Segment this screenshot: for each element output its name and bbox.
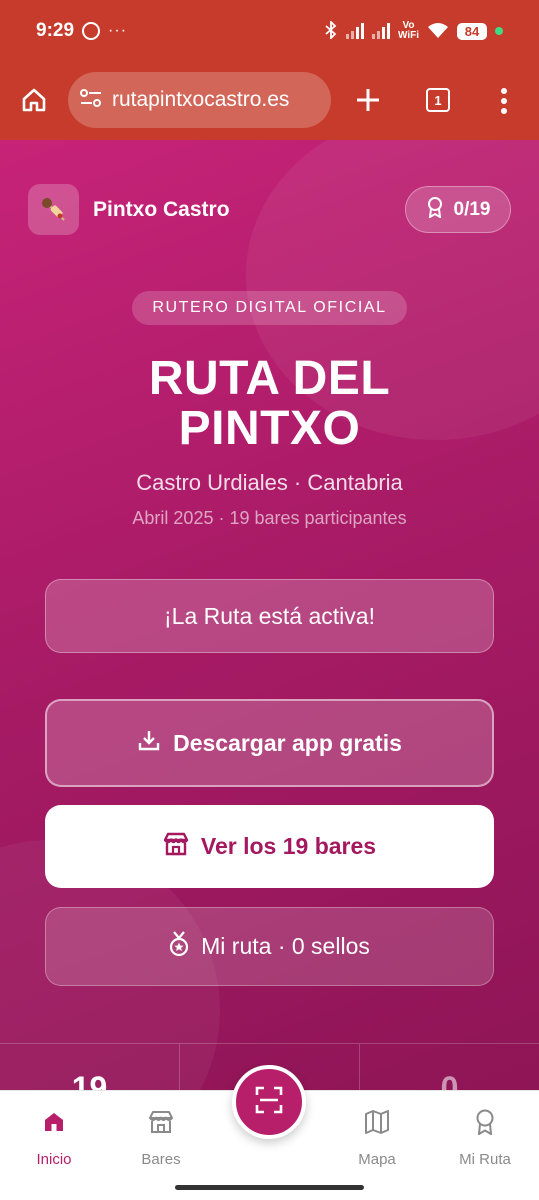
scan-qr-button[interactable]	[232, 1065, 306, 1139]
battery-indicator: 84	[457, 22, 487, 40]
signal-icon-1	[345, 23, 364, 39]
store-icon	[116, 1107, 206, 1137]
home-filled-icon	[9, 1107, 99, 1137]
wifi-icon	[427, 22, 449, 41]
view-bars-label: Ver los 19 bares	[200, 833, 377, 859]
pintxo-logo-icon[interactable]	[28, 184, 79, 235]
medal-icon	[169, 930, 189, 963]
nav-item-mapa[interactable]: Mapa	[332, 1107, 422, 1168]
stat-stamps: 0	[440, 1070, 459, 1090]
nav-label-inicio: Inicio	[36, 1151, 72, 1168]
map-icon	[332, 1107, 422, 1137]
browser-toolbar: rutapintxocastro.es 1	[0, 62, 539, 140]
stat-bars: 19	[0, 1044, 180, 1090]
my-route-label: Mi ruta · 0 sellos	[201, 933, 370, 959]
address-bar[interactable]: rutapintxocastro.es	[68, 72, 331, 128]
vowifi-bottom-label: WiFi	[397, 30, 419, 41]
charging-dot-icon	[495, 27, 503, 35]
title-line-1: RUTA DEL	[148, 352, 391, 405]
route-status-label: ¡La Ruta está activa!	[164, 602, 375, 629]
status-time: 9:29	[36, 20, 75, 41]
signal-icon-2	[371, 23, 390, 39]
page-title: RUTA DEL PINTXO	[0, 354, 539, 454]
bottom-navigation: Inicio Bares Mapa Mi Ruta	[0, 1065, 539, 1200]
overflow-menu-icon[interactable]	[494, 86, 514, 116]
gesture-handle[interactable]	[175, 1185, 364, 1190]
progress-badge[interactable]: 0/19	[405, 186, 511, 233]
download-icon	[137, 728, 161, 758]
nav-label-mi-ruta: Mi Ruta	[459, 1151, 511, 1168]
award-icon	[440, 1107, 530, 1137]
download-app-button[interactable]: Descargar app gratis	[45, 699, 494, 787]
progress-count: 0/19	[453, 198, 491, 220]
home-icon[interactable]	[20, 86, 48, 114]
new-tab-icon[interactable]	[354, 86, 382, 114]
status-bar: 9:29 ··· Vo WiFi 84	[0, 0, 539, 62]
whatsapp-notification-icon	[82, 22, 101, 40]
scan-icon	[254, 1085, 284, 1120]
brand-name[interactable]: Pintxo Castro	[93, 198, 230, 222]
nav-label-bares: Bares	[141, 1151, 181, 1168]
title-line-2: PINTXO	[178, 402, 361, 455]
bluetooth-icon	[324, 19, 338, 42]
more-notifications-icon: ···	[108, 22, 128, 39]
nav-item-bares[interactable]: Bares	[116, 1107, 206, 1168]
location-text: Castro Urdiales · Cantabria	[136, 470, 403, 495]
nav-item-mi-ruta[interactable]: Mi Ruta	[440, 1107, 530, 1168]
site-settings-icon[interactable]	[80, 88, 102, 112]
nav-item-inicio[interactable]: Inicio	[9, 1107, 99, 1168]
route-status-banner: ¡La Ruta está activa!	[45, 579, 494, 653]
hero-section: Pintxo Castro 0/19 RUTERO DIGITAL OFICIA…	[0, 140, 539, 1090]
store-icon	[163, 832, 189, 862]
tab-switcher-button[interactable]: 1	[426, 88, 450, 112]
event-meta-text: Abril 2025 · 19 bares participantes	[132, 508, 407, 528]
vowifi-icon: Vo WiFi	[398, 21, 419, 41]
eyebrow-badge: RUTERO DIGITAL OFICIAL	[132, 291, 407, 325]
award-icon	[426, 196, 444, 224]
nav-label-mapa: Mapa	[358, 1151, 396, 1168]
view-bars-button[interactable]: Ver los 19 bares	[45, 805, 494, 888]
download-app-label: Descargar app gratis	[173, 729, 402, 756]
url-text: rutapintxocastro.es	[112, 88, 290, 111]
my-route-button[interactable]: Mi ruta · 0 sellos	[45, 907, 494, 986]
